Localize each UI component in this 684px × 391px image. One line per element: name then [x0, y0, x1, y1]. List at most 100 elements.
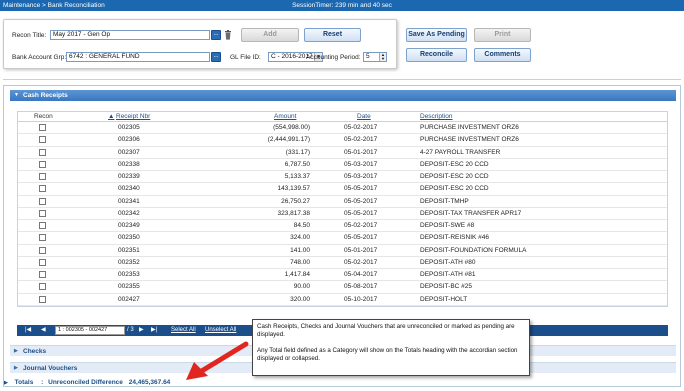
amount-cell: 90.00 — [293, 283, 310, 291]
description-cell: DEPOSIT-ESC 20 CCD — [420, 160, 489, 168]
recon-title-lookup-button[interactable]: ... — [211, 30, 221, 40]
accounting-period-value: 5 — [366, 53, 370, 60]
amount-cell: (554,998.00) — [273, 124, 310, 131]
receipt-nbr-cell: 002305 — [118, 124, 140, 131]
bank-account-input[interactable]: 6742 : GENERAL FUND — [66, 52, 210, 62]
receipt-nbr-cell: 002306 — [118, 136, 140, 144]
totals-bar[interactable]: ▶ Totals : Unreconciled Difference 24,46… — [4, 377, 170, 388]
cash-receipts-header[interactable]: ▼ Cash Receipts — [10, 90, 676, 101]
save-as-pending-button[interactable]: Save As Pending — [406, 28, 467, 42]
col-amount[interactable]: Amount — [274, 112, 296, 122]
date-cell: 05-05-2017 — [344, 197, 378, 205]
date-cell: 05-02-2017 — [344, 222, 378, 229]
grid-header: Recon ▲ Receipt Nbr Amount Date Descript… — [18, 112, 667, 122]
recon-form-panel: Recon Title: May 2017 - Gen Op ... Bank … — [3, 19, 397, 69]
amount-cell: 1,417.84 — [284, 271, 310, 278]
select-all-link[interactable]: Select All — [171, 325, 196, 336]
cash-receipts-title: Cash Receipts — [23, 92, 68, 99]
table-row: 002349 84.50 05-02-2017 DEPOSIT-SWE #8 — [18, 220, 667, 233]
spinner-icon[interactable]: ▲ ▼ — [379, 53, 386, 61]
date-cell: 05-02-2017 — [344, 258, 378, 266]
col-recon: Recon — [34, 113, 53, 120]
description-cell: DEPOSIT-HOLT — [420, 295, 468, 303]
receipt-nbr-cell: 002341 — [118, 197, 140, 205]
prev-page-icon[interactable]: ◀ — [41, 325, 46, 336]
date-cell: 05-04-2017 — [344, 271, 378, 278]
page-select[interactable]: 1 : 002305 - 002427 — [55, 326, 125, 335]
unselect-all-link[interactable]: Unselect All — [205, 325, 236, 336]
add-button[interactable]: Add — [241, 28, 299, 42]
grid-body: 002305 (554,998.00) 05-02-2017 PURCHASE INV… — [18, 122, 667, 306]
description-cell: DEPOSIT-ESC 20 CCD — [420, 185, 489, 193]
recon-checkbox[interactable] — [39, 136, 46, 144]
col-receipt-nbr[interactable]: Receipt Nbr — [116, 112, 150, 122]
date-cell: 05-03-2017 — [344, 160, 378, 168]
cash-receipts-grid: Recon ▲ Receipt Nbr Amount Date Descript… — [17, 111, 668, 307]
amount-cell: 323,817.38 — [277, 209, 310, 217]
caret-right-icon: ▶ — [4, 380, 8, 386]
gl-file-label: GL File ID: — [230, 54, 261, 61]
accounting-period-stepper[interactable]: 5 ▲ ▼ — [363, 52, 387, 62]
recon-checkbox[interactable] — [39, 222, 46, 229]
recon-checkbox[interactable] — [39, 124, 46, 131]
receipt-nbr-cell: 002352 — [118, 258, 140, 266]
recon-title-input[interactable]: May 2017 - Gen Op — [50, 30, 210, 40]
date-cell: 05-05-2017 — [344, 185, 378, 193]
date-cell: 05-01-2017 — [344, 246, 378, 254]
table-row: 002350 324.00 05-05-2017 DEPOSIT-REISNIK #4… — [18, 232, 667, 245]
recon-title-label: Recon Title: — [12, 32, 47, 39]
recon-checkbox[interactable] — [39, 234, 46, 242]
recon-checkbox[interactable] — [39, 271, 46, 278]
recon-checkbox[interactable] — [39, 148, 46, 156]
table-row: 002338 6,787.50 05-03-2017 DEPOSIT-ESC 20 C… — [18, 159, 667, 171]
reset-button[interactable]: Reset — [304, 28, 361, 42]
amount-cell: 324.00 — [290, 234, 310, 242]
bank-account-label: Bank Account Grp: — [12, 54, 67, 61]
receipt-nbr-cell: 002339 — [118, 173, 140, 180]
comments-button[interactable]: Comments — [474, 48, 531, 62]
receipt-nbr-cell: 002340 — [118, 185, 140, 193]
caret-right-icon: ▶ — [14, 365, 18, 371]
print-button[interactable]: Print — [474, 28, 531, 42]
last-page-icon[interactable]: ▶| — [151, 325, 157, 336]
caret-down-icon: ▼ — [14, 92, 19, 98]
description-cell: DEPOSIT-ATH #80 — [420, 258, 476, 266]
amount-cell: 6,787.50 — [284, 160, 310, 168]
unreconciled-difference-label: Unreconciled Difference — [48, 379, 123, 386]
accounting-period-label: Accounting Period: — [306, 54, 361, 61]
recon-checkbox[interactable] — [39, 160, 46, 168]
recon-checkbox[interactable] — [39, 258, 46, 266]
description-cell: DEPOSIT-ESC 20 CCD — [420, 173, 489, 180]
table-row: 002307 (331.17) 05-01-2017 4-27 PAYROLL TRA… — [18, 147, 667, 159]
col-description[interactable]: Description — [420, 112, 453, 122]
recon-checkbox[interactable] — [39, 283, 46, 291]
recon-checkbox[interactable] — [39, 185, 46, 193]
col-date[interactable]: Date — [357, 112, 371, 122]
date-cell: 05-05-2017 — [344, 234, 378, 242]
description-cell: 4-27 PAYROLL TRANSFER — [420, 148, 501, 156]
recon-checkbox[interactable] — [39, 295, 46, 303]
trash-icon[interactable] — [224, 30, 232, 40]
amount-cell: 141.00 — [290, 246, 310, 254]
unreconciled-difference-value: 24,465,367.64 — [128, 379, 171, 386]
table-row: 002353 1,417.84 05-04-2017 DEPOSIT-ATH #81 — [18, 269, 667, 282]
table-row: 002355 90.00 05-08-2017 DEPOSIT-BC #25 — [18, 281, 667, 294]
reconcile-button[interactable]: Reconcile — [406, 48, 467, 62]
first-page-icon[interactable]: |◀ — [25, 325, 31, 336]
date-cell: 05-08-2017 — [344, 283, 378, 291]
table-row: 002341 26,750.27 05-05-2017 DEPOSIT-TMHP — [18, 196, 667, 208]
page-range: 1 : 002305 - 002427 — [58, 327, 108, 333]
session-timer: SessionTimer: 239 min and 40 sec — [292, 2, 392, 9]
bank-account-lookup-button[interactable]: ... — [211, 52, 221, 62]
recon-checkbox[interactable] — [39, 197, 46, 205]
description-cell: DEPOSIT-SWE #8 — [420, 222, 475, 229]
next-page-icon[interactable]: ▶ — [139, 325, 144, 336]
recon-checkbox[interactable] — [39, 246, 46, 254]
sort-asc-icon: ▲ — [108, 113, 115, 120]
recon-checkbox[interactable] — [39, 173, 46, 180]
receipt-nbr-cell: 002350 — [118, 234, 140, 242]
annotation-arrow-icon — [186, 341, 249, 380]
table-row: 002340 143,139.57 05-05-2017 DEPOSIT-ESC 20… — [18, 183, 667, 196]
description-cell: DEPOSIT-TMHP — [420, 197, 469, 205]
recon-checkbox[interactable] — [39, 209, 46, 217]
